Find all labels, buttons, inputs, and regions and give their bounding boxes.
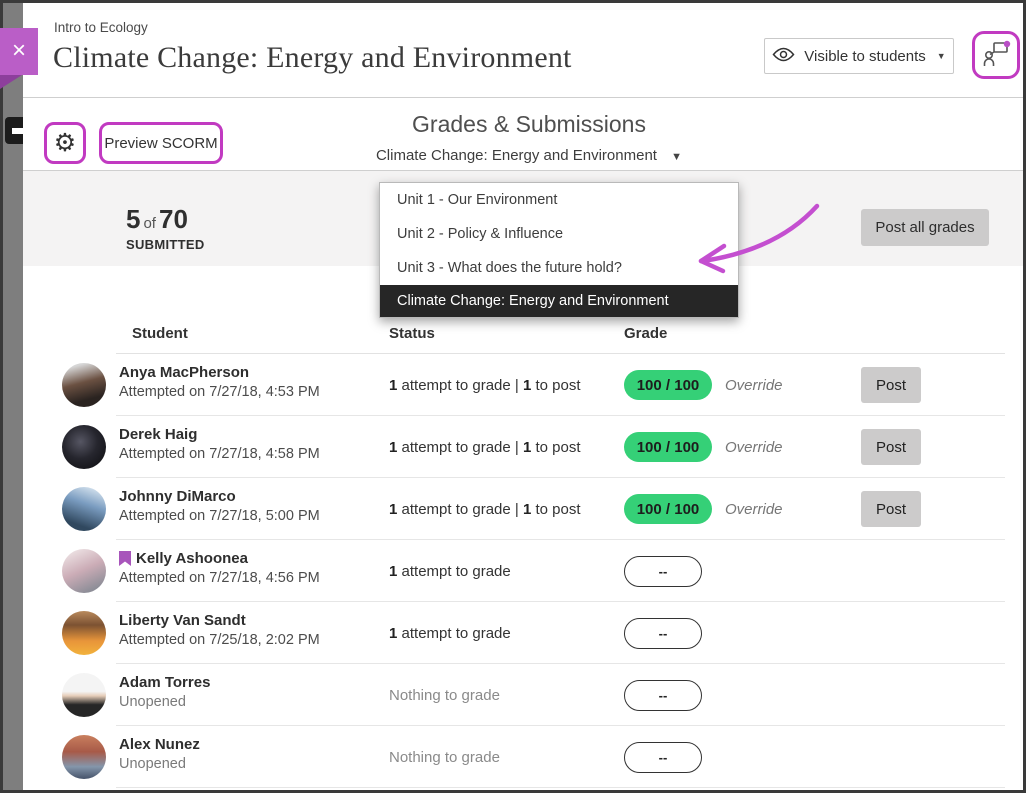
status-cell: 1 attempt to grade | 1 to post <box>389 416 581 478</box>
override-label: Override <box>725 501 783 518</box>
grade-pill[interactable]: -- <box>624 742 702 773</box>
student-name: Kelly Ashoonea <box>136 550 248 567</box>
breadcrumb-course: Intro to Ecology <box>54 20 148 35</box>
student-name: Johnny DiMarco <box>119 488 236 505</box>
caret-down-icon: ▼ <box>937 51 946 61</box>
table-row[interactable]: Alex Nunez Unopened Nothing to grade -- <box>23 726 1023 788</box>
class-conversation-button[interactable] <box>972 31 1020 79</box>
selector-label: Climate Change: Energy and Environment <box>376 147 657 164</box>
avatar <box>62 549 106 593</box>
menu-item-unit2[interactable]: Unit 2 - Policy & Influence <box>380 217 738 251</box>
table-row[interactable]: Adam Torres Unopened Nothing to grade -- <box>23 664 1023 726</box>
submitted-label: SUBMITTED <box>126 237 205 252</box>
avatar <box>62 673 106 717</box>
student-name: Derek Haig <box>119 426 197 443</box>
total-count: 70 <box>159 204 188 234</box>
grade-cell: 100 / 100 Override <box>624 354 783 416</box>
table-row[interactable]: Johnny DiMarco Attempted on 7/27/18, 5:0… <box>23 478 1023 540</box>
grade-cell: 100 / 100 Override <box>624 478 783 540</box>
grade-pill[interactable]: 100 / 100 <box>624 432 712 462</box>
attempt-status: Attempted on 7/25/18, 2:02 PM <box>119 632 320 648</box>
eye-icon <box>772 47 795 66</box>
visibility-dropdown[interactable]: Visible to students ▼ <box>764 38 954 74</box>
grade-pill[interactable]: -- <box>624 618 702 649</box>
avatar <box>62 363 106 407</box>
visibility-label: Visible to students <box>804 48 925 65</box>
submission-stats: 5of70 SUBMITTED <box>126 204 205 252</box>
attempt-status: Attempted on 7/27/18, 4:58 PM <box>119 446 320 462</box>
student-name: Anya MacPherson <box>119 364 249 381</box>
attempt-status: Attempted on 7/27/18, 5:00 PM <box>119 508 320 524</box>
close-button-fold <box>0 75 22 89</box>
post-button[interactable]: Post <box>861 367 921 403</box>
main-panel: Intro to Ecology Climate Change: Energy … <box>23 3 1023 790</box>
class-conversation-icon <box>981 39 1011 72</box>
grade-cell: -- <box>624 540 702 602</box>
app-window: Intro to Ecology Climate Change: Energy … <box>0 0 1026 793</box>
status-cell: 1 attempt to grade | 1 to post <box>389 354 581 416</box>
override-label: Override <box>725 377 783 394</box>
avatar <box>62 425 106 469</box>
submitted-count: 5 <box>126 204 140 234</box>
attempt-status: Unopened <box>119 694 210 710</box>
column-header-student: Student <box>132 325 188 342</box>
grade-pill[interactable]: -- <box>624 680 702 711</box>
grade-cell: -- <box>624 726 702 788</box>
close-icon: × <box>12 37 26 64</box>
avatar <box>62 487 106 531</box>
menu-item-climate-change-selected[interactable]: Climate Change: Energy and Environment <box>380 285 738 317</box>
submission-list: Anya MacPherson Attempted on 7/27/18, 4:… <box>23 354 1023 788</box>
grade-pill[interactable]: 100 / 100 <box>624 494 712 524</box>
page-header: Intro to Ecology Climate Change: Energy … <box>23 3 1023 98</box>
attempt-status: Unopened <box>119 756 200 772</box>
status-cell: Nothing to grade <box>389 664 500 726</box>
post-button[interactable]: Post <box>861 429 921 465</box>
student-name: Alex Nunez <box>119 736 200 753</box>
table-row[interactable]: Derek Haig Attempted on 7/27/18, 4:58 PM… <box>23 416 1023 478</box>
of-label: of <box>140 215 159 232</box>
grade-pill[interactable]: -- <box>624 556 702 587</box>
flag-icon <box>119 551 131 566</box>
avatar <box>62 611 106 655</box>
close-button[interactable]: × <box>0 28 38 75</box>
status-cell: 1 attempt to grade <box>389 602 511 664</box>
grade-cell: 100 / 100 Override <box>624 416 783 478</box>
table-row[interactable]: Kelly Ashoonea Attempted on 7/27/18, 4:5… <box>23 540 1023 602</box>
panel-title: Grades & Submissions <box>23 111 1026 138</box>
post-all-grades-button[interactable]: Post all grades <box>861 209 989 246</box>
table-row[interactable]: Anya MacPherson Attempted on 7/27/18, 4:… <box>23 354 1023 416</box>
status-cell: 1 attempt to grade | 1 to post <box>389 478 581 540</box>
menu-item-unit3[interactable]: Unit 3 - What does the future hold? <box>380 251 738 285</box>
table-row[interactable]: Liberty Van Sandt Attempted on 7/25/18, … <box>23 602 1023 664</box>
column-header-grade: Grade <box>624 325 667 342</box>
scorm-toolbar: ⚙ Preview SCORM Grades & Submissions Cli… <box>23 98 1023 171</box>
grade-cell: -- <box>624 602 702 664</box>
attempt-status: Attempted on 7/27/18, 4:56 PM <box>119 570 320 586</box>
grade-cell: -- <box>624 664 702 726</box>
student-name: Adam Torres <box>119 674 210 691</box>
graded-item-selector[interactable]: Climate Change: Energy and Environment ▼ <box>23 147 1026 164</box>
post-button[interactable]: Post <box>861 491 921 527</box>
attempt-status: Attempted on 7/27/18, 4:53 PM <box>119 384 320 400</box>
status-cell: Nothing to grade <box>389 726 500 788</box>
graded-item-menu: Unit 1 - Our Environment Unit 2 - Policy… <box>379 182 739 318</box>
student-name: Liberty Van Sandt <box>119 612 246 629</box>
caret-down-icon: ▼ <box>671 151 682 163</box>
avatar <box>62 735 106 779</box>
page-title: Climate Change: Energy and Environment <box>53 41 572 75</box>
status-cell: 1 attempt to grade <box>389 540 511 602</box>
grade-pill[interactable]: 100 / 100 <box>624 370 712 400</box>
override-label: Override <box>725 439 783 456</box>
column-header-status: Status <box>389 325 435 342</box>
menu-item-unit1[interactable]: Unit 1 - Our Environment <box>380 183 738 217</box>
